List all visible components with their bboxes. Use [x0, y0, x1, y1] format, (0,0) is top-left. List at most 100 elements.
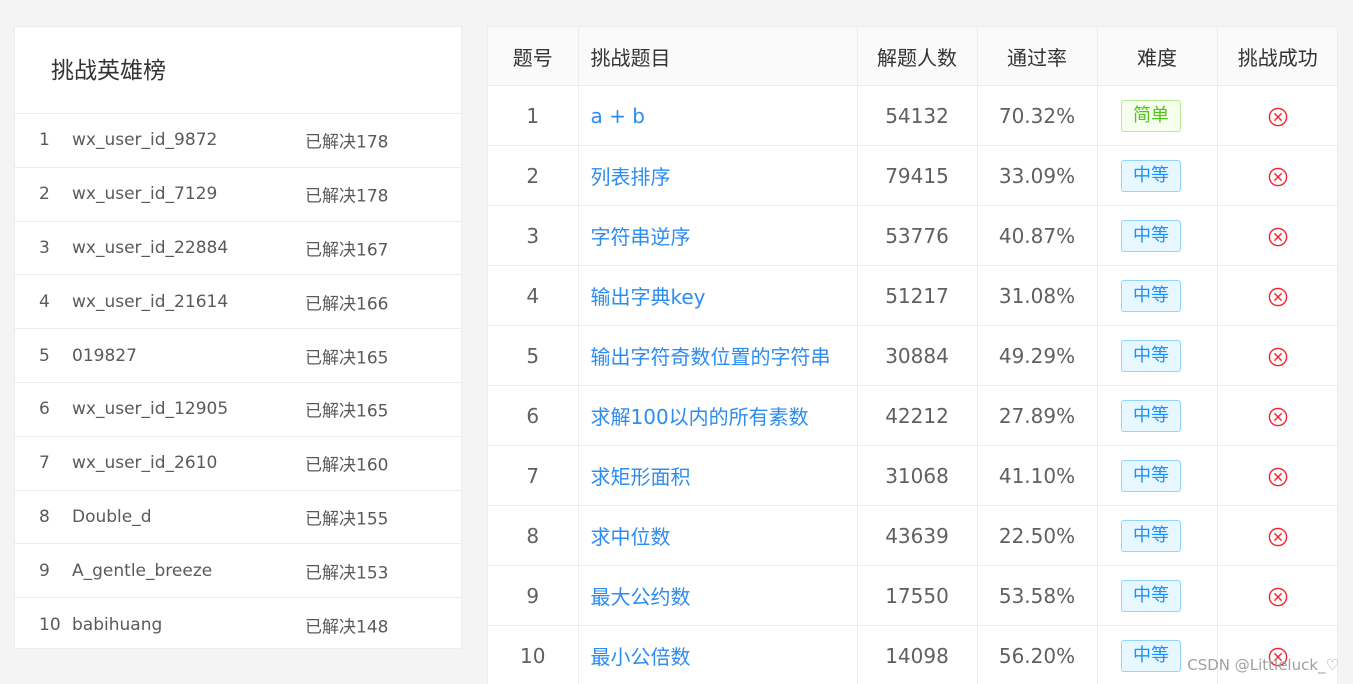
pass-rate: 49.29%	[977, 325, 1098, 386]
rank-number: 3	[39, 237, 50, 258]
table-row: 1 a + b 54132 70.32% 简单	[488, 85, 1337, 146]
table-row: 10 最小公倍数 14098 56.20% 中等	[488, 625, 1337, 684]
rank-number: 10	[39, 615, 61, 636]
difficulty-tag: 中等	[1121, 639, 1181, 672]
success-cell	[1217, 565, 1337, 626]
rank-number: 8	[39, 506, 50, 527]
username: babihuang	[72, 615, 163, 636]
username: wx_user_id_2610	[72, 453, 218, 474]
problem-title-link[interactable]: 字符串逆序	[591, 225, 691, 249]
problem-title-cell: 最大公约数	[578, 565, 858, 626]
table-header-row: 题号 挑战题目 解题人数 通过率 难度 挑战成功	[488, 27, 1337, 86]
difficulty-cell: 中等	[1097, 265, 1218, 326]
difficulty-cell: 简单	[1097, 85, 1218, 146]
header-title[interactable]: 挑战题目	[578, 27, 858, 86]
problem-title-cell: 输出字符奇数位置的字符串	[578, 325, 858, 386]
problem-title-cell: 最小公倍数	[578, 625, 858, 684]
leaderboard-list: 1 wx_user_id_9872 已解决178 2 wx_user_id_71…	[15, 114, 461, 652]
header-success[interactable]: 挑战成功	[1217, 27, 1337, 86]
problem-title-cell: a + b	[578, 85, 858, 146]
close-circle-icon	[1268, 287, 1288, 307]
leaderboard-row[interactable]: 8 Double_d 已解决155	[15, 491, 461, 545]
solver-count: 14098	[857, 625, 978, 684]
problem-table: 题号 挑战题目 解题人数 通过率 难度 挑战成功 1 a + b 54132 70.3…	[488, 27, 1337, 684]
problem-id: 2	[488, 145, 579, 206]
difficulty-tag: 中等	[1121, 399, 1181, 432]
solved-count: 已解决167	[305, 240, 389, 261]
leaderboard-row[interactable]: 4 wx_user_id_21614 已解决166	[15, 275, 461, 330]
difficulty-cell: 中等	[1097, 145, 1218, 206]
rank-number: 1	[39, 130, 50, 151]
problem-title-link[interactable]: 最大公约数	[591, 585, 691, 609]
table-row: 3 字符串逆序 53776 40.87% 中等	[488, 205, 1337, 266]
pass-rate: 31.08%	[977, 265, 1098, 326]
problem-table-card: 题号 挑战题目 解题人数 通过率 难度 挑战成功 1 a + b 54132 70.3…	[487, 26, 1338, 684]
close-circle-icon	[1268, 467, 1288, 487]
close-circle-icon	[1268, 107, 1288, 127]
pass-rate: 40.87%	[977, 205, 1098, 266]
solver-count: 30884	[857, 325, 978, 386]
solver-count: 53776	[857, 205, 978, 266]
pass-rate: 33.09%	[977, 145, 1098, 206]
username: wx_user_id_21614	[72, 291, 229, 312]
solved-count: 已解决153	[305, 563, 389, 584]
success-cell	[1217, 145, 1337, 206]
problem-title-link[interactable]: 输出字典key	[591, 285, 706, 309]
header-rate[interactable]: 通过率	[977, 27, 1098, 86]
problem-id: 3	[488, 205, 579, 266]
leaderboard-row[interactable]: 9 A_gentle_breeze 已解决153	[15, 544, 461, 599]
solver-count: 79415	[857, 145, 978, 206]
problem-title-link[interactable]: a + b	[591, 104, 645, 128]
solver-count: 17550	[857, 565, 978, 626]
close-circle-icon	[1268, 527, 1288, 547]
rank-number: 2	[39, 184, 50, 205]
header-id[interactable]: 题号	[488, 27, 579, 86]
leaderboard-row[interactable]: 10 babihuang 已解决148	[15, 598, 461, 652]
difficulty-tag: 中等	[1121, 519, 1181, 552]
pass-rate: 53.58%	[977, 565, 1098, 626]
leaderboard-card: 挑战英雄榜 1 wx_user_id_9872 已解决178 2 wx_user…	[14, 26, 462, 649]
table-row: 4 输出字典key 51217 31.08% 中等	[488, 265, 1337, 326]
leaderboard-title: 挑战英雄榜	[15, 27, 461, 114]
username: wx_user_id_22884	[72, 237, 229, 258]
problem-title-link[interactable]: 输出字符奇数位置的字符串	[591, 345, 831, 369]
header-solvers[interactable]: 解题人数	[857, 27, 978, 86]
leaderboard-row[interactable]: 1 wx_user_id_9872 已解决178	[15, 114, 461, 168]
difficulty-cell: 中等	[1097, 625, 1218, 684]
leaderboard-row[interactable]: 7 wx_user_id_2610 已解决160	[15, 437, 461, 491]
leaderboard-row[interactable]: 5 019827 已解决165	[15, 329, 461, 383]
problem-title-link[interactable]: 最小公倍数	[591, 645, 691, 669]
difficulty-tag: 简单	[1121, 99, 1181, 132]
rank-number: 4	[39, 291, 50, 312]
username: wx_user_id_12905	[72, 399, 229, 420]
problem-title-link[interactable]: 求解100以内的所有素数	[591, 405, 809, 429]
success-cell	[1217, 625, 1337, 684]
difficulty-cell: 中等	[1097, 325, 1218, 386]
difficulty-tag: 中等	[1121, 339, 1181, 372]
solved-count: 已解决155	[305, 509, 389, 530]
rank-number: 7	[39, 453, 50, 474]
problem-title-link[interactable]: 求中位数	[591, 525, 671, 549]
difficulty-tag: 中等	[1121, 579, 1181, 612]
problem-title-cell: 求中位数	[578, 505, 858, 566]
leaderboard-row[interactable]: 6 wx_user_id_12905 已解决165	[15, 383, 461, 437]
problem-title-link[interactable]: 求矩形面积	[591, 465, 691, 489]
problem-title-link[interactable]: 列表排序	[591, 165, 671, 189]
rank-number: 6	[39, 399, 50, 420]
problem-title-cell: 输出字典key	[578, 265, 858, 326]
problem-id: 9	[488, 565, 579, 626]
problem-id: 8	[488, 505, 579, 566]
table-row: 8 求中位数 43639 22.50% 中等	[488, 505, 1337, 566]
problem-id: 5	[488, 325, 579, 386]
header-difficulty[interactable]: 难度	[1097, 27, 1218, 86]
username: wx_user_id_9872	[72, 130, 218, 151]
difficulty-cell: 中等	[1097, 205, 1218, 266]
problem-title-cell: 列表排序	[578, 145, 858, 206]
problem-id: 10	[488, 625, 579, 684]
problem-title-cell: 求解100以内的所有素数	[578, 385, 858, 446]
difficulty-tag: 中等	[1121, 219, 1181, 252]
solved-count: 已解决166	[305, 294, 389, 315]
leaderboard-row[interactable]: 3 wx_user_id_22884 已解决167	[15, 222, 461, 276]
problem-id: 1	[488, 85, 579, 146]
leaderboard-row[interactable]: 2 wx_user_id_7129 已解决178	[15, 168, 461, 222]
